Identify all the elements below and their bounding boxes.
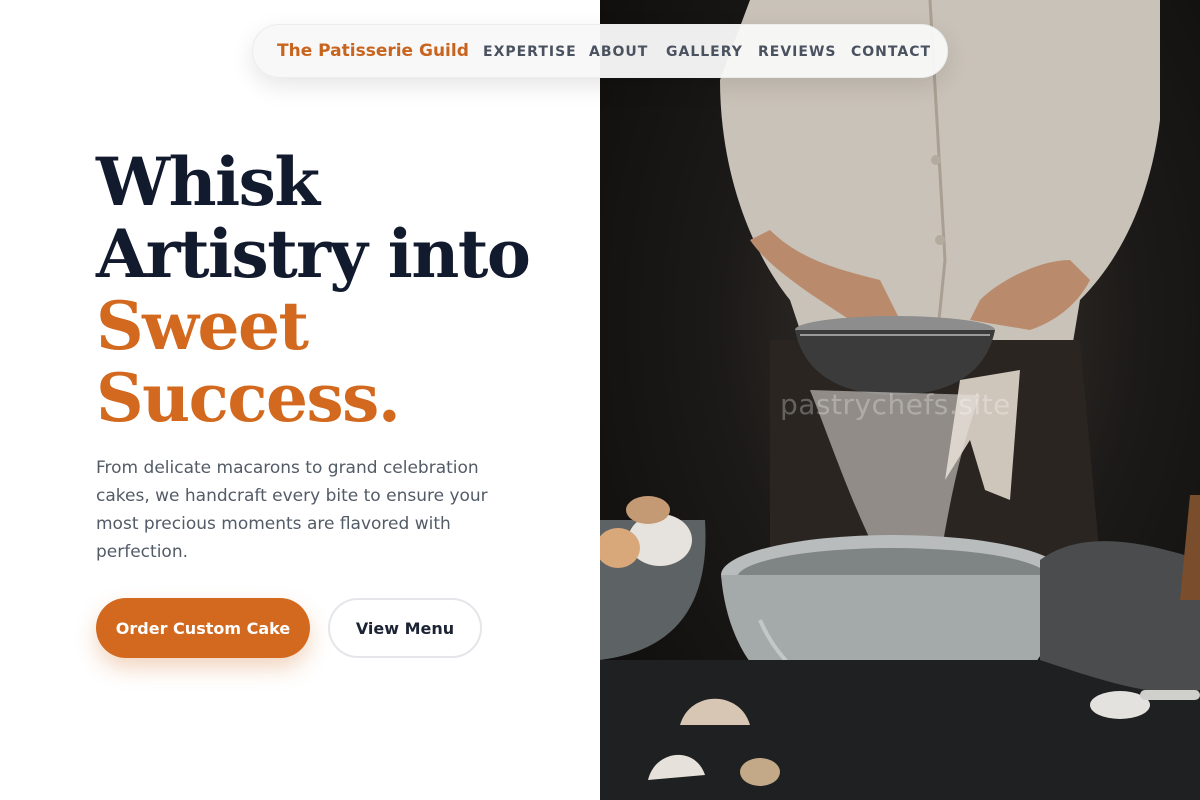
image-watermark: pastrychefs.site [780,388,1011,421]
top-nav: The Patisserie Guild EXPERTISE ABOUT GAL… [252,24,948,78]
headline-line: Artistry into [96,215,531,293]
brand-logo-link[interactable]: The Patisserie Guild [277,41,469,61]
nav-link-reviews[interactable]: REVIEWS [758,44,836,60]
nav-link-gallery[interactable]: GALLERY [666,44,743,60]
nav-link-about[interactable]: ABOUT [589,44,648,60]
nav-link-expertise[interactable]: EXPERTISE [483,44,577,60]
view-menu-button[interactable]: View Menu [328,598,482,658]
hero-photo: pastrychefs.site [600,0,1200,800]
hero-headline: Whisk Artistry into Sweet Success. [96,143,531,437]
headline-accent-line: Sweet [96,287,309,365]
hero-description: From delicate macarons to grand celebrat… [96,458,488,562]
headline-line: Whisk [96,143,320,221]
nav-link-contact[interactable]: CONTACT [851,44,931,60]
headline-accent-line: Success. [96,359,401,437]
order-custom-cake-button[interactable]: Order Custom Cake [96,598,310,658]
